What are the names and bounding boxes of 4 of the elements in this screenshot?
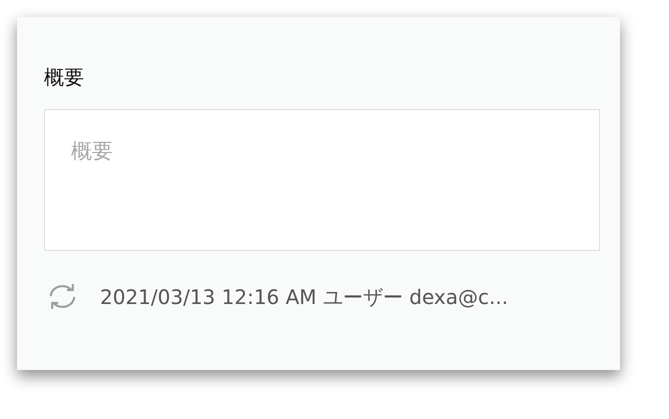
modified-info: 2021/03/13 12:16 AM ユーザー dexa@c... [100, 284, 508, 310]
refresh-icon[interactable] [47, 281, 78, 312]
summary-field[interactable]: 概要 [44, 109, 600, 251]
section-title: 概要 [44, 64, 84, 91]
